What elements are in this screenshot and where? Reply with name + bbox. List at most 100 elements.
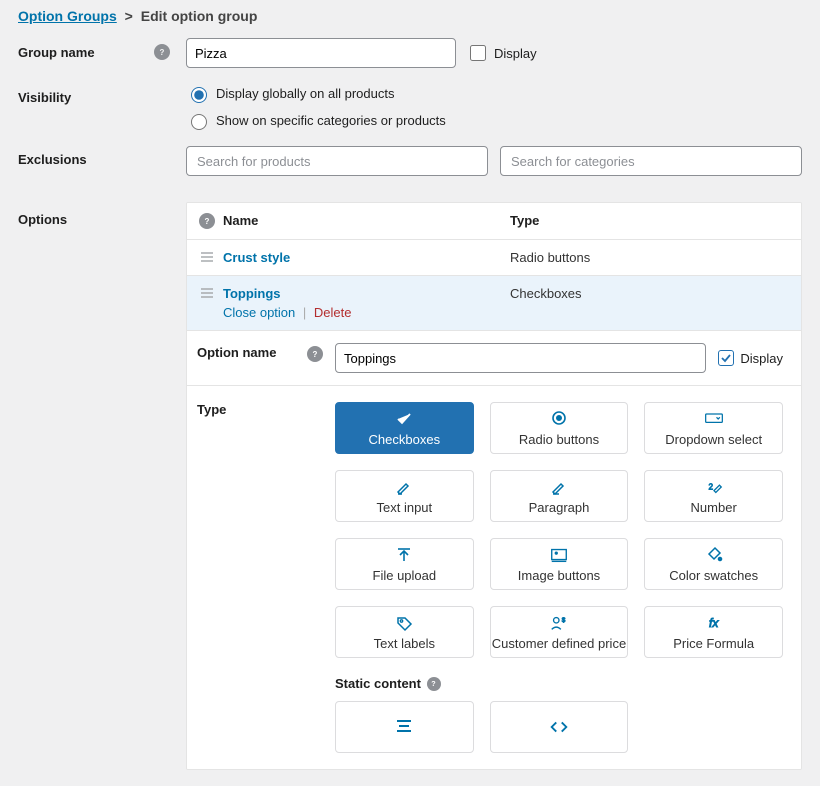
svg-text:$: $ xyxy=(562,617,566,624)
group-name-label: Group name xyxy=(18,45,95,60)
table-row: Toppings Close option | Delete Checkboxe… xyxy=(187,276,801,331)
radio-icon xyxy=(549,410,569,428)
col-name: Name xyxy=(223,213,510,229)
display-inner-checkbox[interactable]: Display xyxy=(718,350,783,366)
page-root: Option Groups > Edit option group Group … xyxy=(0,0,820,770)
divider: | xyxy=(303,305,306,320)
breadcrumb-link[interactable]: Option Groups xyxy=(18,8,117,24)
number-icon: 2 xyxy=(704,478,724,496)
visibility-row: Visibility Display globally on all produ… xyxy=(18,84,802,130)
image-icon xyxy=(549,546,569,564)
type-card-formula[interactable]: fx Price Formula xyxy=(644,606,783,658)
fx-icon: fx xyxy=(704,614,724,632)
card-label: Number xyxy=(691,500,737,515)
group-name-input[interactable] xyxy=(186,38,456,68)
option-link[interactable]: Crust style xyxy=(223,250,290,265)
type-card-checkboxes[interactable]: Checkboxes xyxy=(335,402,474,454)
dropdown-icon xyxy=(704,410,724,428)
svg-text:?: ? xyxy=(160,48,165,57)
check-icon xyxy=(394,410,414,428)
breadcrumb: Option Groups > Edit option group xyxy=(18,8,802,24)
code-icon xyxy=(548,717,570,737)
card-label: Radio buttons xyxy=(519,432,599,447)
display-inner-label: Display xyxy=(740,351,783,366)
option-settings: Option name ? Display xyxy=(187,331,801,769)
card-label: Text input xyxy=(377,500,433,515)
exclusions-categories-placeholder: Search for categories xyxy=(511,154,635,169)
table-row: Crust style Radio buttons xyxy=(187,240,801,276)
exclusions-row: Exclusions Search for products Search fo… xyxy=(18,146,802,176)
exclusions-categories-search[interactable]: Search for categories xyxy=(500,146,802,176)
visibility-specific-radio[interactable] xyxy=(191,114,207,130)
visibility-all-label: Display globally on all products xyxy=(216,86,394,101)
type-card-imagebtn[interactable]: Image buttons xyxy=(490,538,629,590)
help-icon[interactable]: ? xyxy=(307,346,323,362)
help-icon[interactable]: ? xyxy=(199,213,215,229)
card-label: Text labels xyxy=(374,636,435,651)
options-table-header: ? Name Type xyxy=(187,203,801,240)
visibility-specific-label: Show on specific categories or products xyxy=(216,113,446,128)
option-type-value: Checkboxes xyxy=(510,286,797,320)
breadcrumb-sep: > xyxy=(125,8,133,24)
card-label: Dropdown select xyxy=(665,432,762,447)
pencil-icon xyxy=(549,478,569,496)
display-checkbox-wrap[interactable]: Display xyxy=(466,42,537,64)
svg-text:?: ? xyxy=(205,217,210,226)
help-icon[interactable]: ? xyxy=(427,677,441,691)
options-row: Options ? Name Type xyxy=(18,202,802,770)
option-actions: Close option | Delete xyxy=(223,305,510,320)
delete-option-link[interactable]: Delete xyxy=(314,305,352,320)
card-label: Customer defined price xyxy=(492,636,626,651)
type-card-number[interactable]: 2 Number xyxy=(644,470,783,522)
type-label: Type xyxy=(187,386,335,769)
col-type: Type xyxy=(510,213,797,229)
type-card-radio[interactable]: Radio buttons xyxy=(490,402,629,454)
breadcrumb-current: Edit option group xyxy=(141,8,258,24)
display-checkbox-label: Display xyxy=(494,46,537,61)
type-card-swatch[interactable]: Color swatches xyxy=(644,538,783,590)
options-table: ? Name Type Crust style Radio buttons xyxy=(186,202,802,770)
card-label: Price Formula xyxy=(673,636,754,651)
static-content-label-wrap: Static content ? xyxy=(335,676,783,691)
svg-text:2: 2 xyxy=(708,482,713,491)
pencil-icon xyxy=(394,478,414,496)
type-card-static-text[interactable] xyxy=(335,701,474,753)
svg-text:fx: fx xyxy=(709,616,719,630)
type-card-textlabel[interactable]: Text labels xyxy=(335,606,474,658)
option-name-label: Option name xyxy=(197,345,276,360)
visibility-all[interactable]: Display globally on all products xyxy=(186,84,446,103)
card-label: Checkboxes xyxy=(369,432,441,447)
help-icon[interactable]: ? xyxy=(154,44,170,60)
exclusions-products-placeholder: Search for products xyxy=(197,154,310,169)
type-card-file[interactable]: File upload xyxy=(335,538,474,590)
type-card-text[interactable]: Text input xyxy=(335,470,474,522)
drag-handle-icon[interactable] xyxy=(191,250,223,265)
visibility-all-radio[interactable] xyxy=(191,87,207,103)
type-card-dropdown[interactable]: Dropdown select xyxy=(644,402,783,454)
type-card-static-html[interactable] xyxy=(490,701,629,753)
type-card-paragraph[interactable]: Paragraph xyxy=(490,470,629,522)
display-checkbox[interactable] xyxy=(470,45,486,61)
tag-icon xyxy=(394,614,414,632)
upload-icon xyxy=(394,546,414,564)
drag-handle-icon[interactable] xyxy=(191,286,223,320)
option-link[interactable]: Toppings xyxy=(223,286,281,301)
option-type-value: Radio buttons xyxy=(510,250,797,265)
options-label: Options xyxy=(18,212,67,227)
card-label: Paragraph xyxy=(529,500,590,515)
card-label: Image buttons xyxy=(518,568,600,583)
option-name-input[interactable] xyxy=(335,343,706,373)
lines-icon xyxy=(393,717,415,737)
type-card-customerprice[interactable]: $ Customer defined price xyxy=(490,606,629,658)
close-option-link[interactable]: Close option xyxy=(223,305,295,320)
visibility-specific[interactable]: Show on specific categories or products xyxy=(186,111,446,130)
exclusions-label: Exclusions xyxy=(18,152,87,167)
group-name-row: Group name ? Display xyxy=(18,38,802,68)
person-dollar-icon: $ xyxy=(549,614,569,632)
exclusions-products-search[interactable]: Search for products xyxy=(186,146,488,176)
type-cards: Checkboxes Radio buttons Dropdown select xyxy=(335,402,783,658)
card-label: Color swatches xyxy=(669,568,758,583)
paint-bucket-icon xyxy=(704,546,724,564)
visibility-label: Visibility xyxy=(18,90,71,105)
checkmark-icon xyxy=(718,350,734,366)
